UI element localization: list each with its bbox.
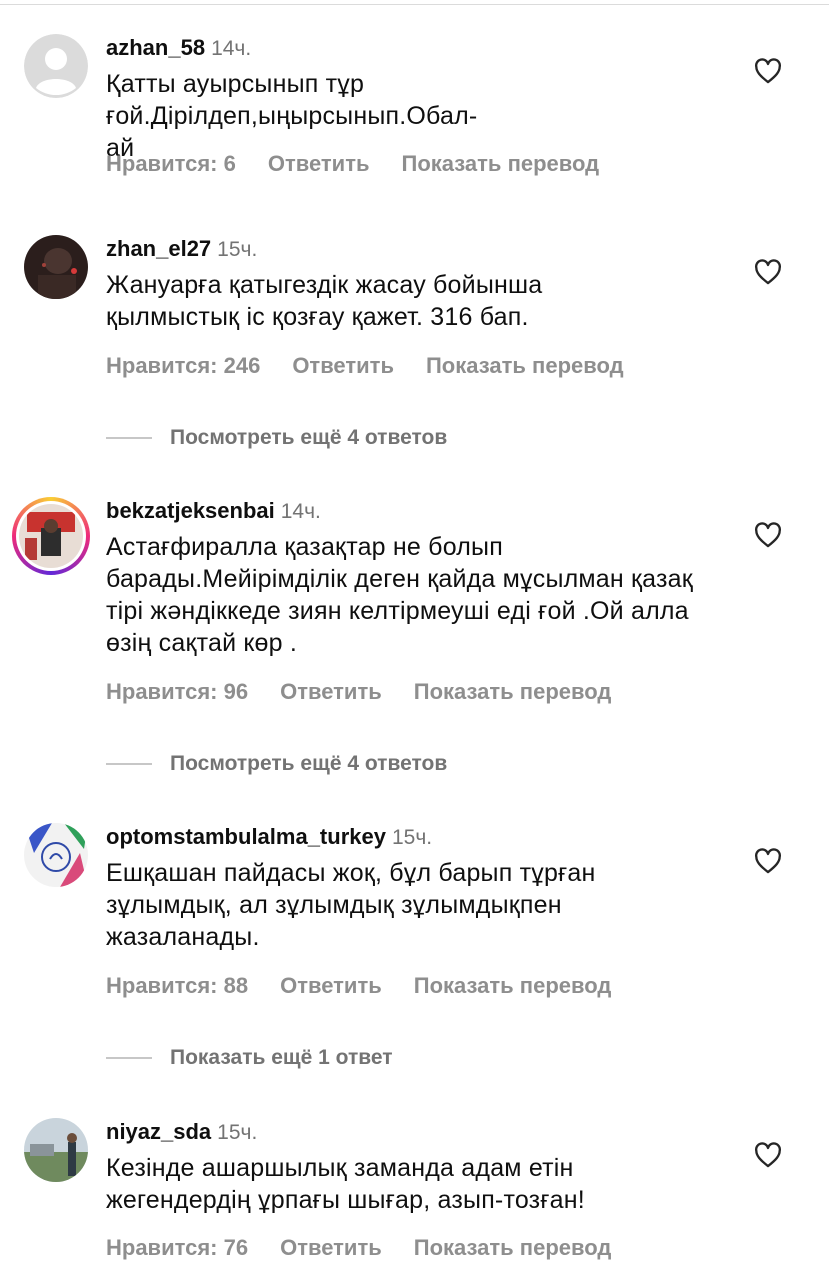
timestamp[interactable]: 14ч. [281,500,321,523]
likes-count[interactable]: Нравится: 76 [106,1235,248,1260]
replies-divider [106,1057,152,1059]
comment-header: azhan_58 14ч. [106,34,251,65]
avatar[interactable] [24,34,88,98]
default-avatar-icon [24,34,88,98]
timestamp[interactable]: 15ч. [217,238,257,261]
comment-actions: Нравится: 6 Ответить Показать перевод [106,150,631,178]
heart-outline-icon[interactable] [754,1142,782,1168]
reply-button[interactable]: Ответить [280,1235,382,1260]
comment-header: bekzatjeksenbai 14ч. [106,497,321,528]
comment-header: optomstambulalma_turkey 15ч. [106,823,432,854]
translate-button[interactable]: Показать перевод [414,679,612,704]
comment-actions: Нравится: 246 Ответить Показать перевод [106,352,656,380]
likes-count[interactable]: Нравится: 96 [106,679,248,704]
translate-button[interactable]: Показать перевод [414,973,612,998]
timestamp[interactable]: 15ч. [392,826,432,849]
timestamp[interactable]: 15ч. [217,1121,257,1144]
comment-header: niyaz_sda 15ч. [106,1118,257,1149]
reply-button[interactable]: Ответить [280,973,382,998]
comment-text: Ешқашан пайдасы жоқ, бұл барып тұрған зұ… [106,859,596,951]
avatar[interactable] [12,497,90,575]
reply-button[interactable]: Ответить [280,679,382,704]
view-more-replies-label[interactable]: Посмотреть ещё 4 ответов [170,752,447,775]
avatar[interactable] [24,235,88,299]
comment-header: zhan_el27 15ч. [106,235,257,266]
comment-text: Астағфиралла қазақтар не болып барады.Ме… [106,533,693,657]
heart-outline-icon[interactable] [754,259,782,285]
username[interactable]: azhan_58 [106,35,205,60]
username[interactable]: bekzatjeksenbai [106,498,275,523]
comment-actions: Нравится: 76 Ответить Показать перевод [106,1234,643,1262]
view-more-replies[interactable]: Посмотреть ещё 4 ответов [106,424,447,452]
heart-outline-icon[interactable] [754,522,782,548]
reply-button[interactable]: Ответить [292,353,394,378]
translate-button[interactable]: Показать перевод [402,151,600,176]
reply-button[interactable]: Ответить [268,151,370,176]
view-more-replies[interactable]: Показать ещё 1 ответ [106,1044,393,1072]
top-divider [0,4,829,5]
comment-text: Жануарға қатыгездік жасау бойынша қылмыс… [106,271,543,331]
likes-count[interactable]: Нравится: 246 [106,353,260,378]
translate-button[interactable]: Показать перевод [426,353,624,378]
view-more-replies-label[interactable]: Показать ещё 1 ответ [170,1046,393,1069]
timestamp[interactable]: 14ч. [211,37,251,60]
heart-outline-icon[interactable] [754,58,782,84]
avatar[interactable] [24,823,88,887]
replies-divider [106,763,152,765]
translate-button[interactable]: Показать перевод [414,1235,612,1260]
view-more-replies-label[interactable]: Посмотреть ещё 4 ответов [170,426,447,449]
username[interactable]: zhan_el27 [106,236,211,261]
comment-actions: Нравится: 88 Ответить Показать перевод [106,972,643,1000]
username[interactable]: optomstambulalma_turkey [106,824,386,849]
view-more-replies[interactable]: Посмотреть ещё 4 ответов [106,750,447,778]
story-ring [16,501,86,571]
replies-divider [106,437,152,439]
heart-outline-icon[interactable] [754,848,782,874]
avatar[interactable] [24,1118,88,1182]
comment-actions: Нравится: 96 Ответить Показать перевод [106,678,643,706]
comment-text: Кезінде ашаршылық заманда адам етін жеге… [106,1154,585,1214]
username[interactable]: niyaz_sda [106,1119,211,1144]
likes-count[interactable]: Нравится: 88 [106,973,248,998]
likes-count[interactable]: Нравится: 6 [106,151,236,176]
